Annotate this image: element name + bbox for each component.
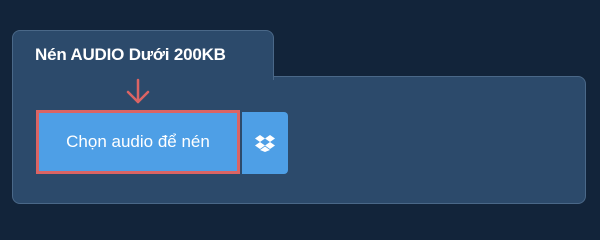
dropbox-button[interactable]	[242, 112, 288, 174]
panel-tab: Nén AUDIO Dưới 200KB	[12, 30, 274, 82]
choose-audio-button[interactable]: Chọn audio để nén	[36, 110, 240, 174]
dropbox-icon	[255, 135, 275, 152]
arrow-down-icon	[126, 78, 150, 104]
panel-title: Nén AUDIO Dưới 200KB	[35, 45, 226, 64]
upload-button-group: Chọn audio để nén	[36, 108, 288, 176]
